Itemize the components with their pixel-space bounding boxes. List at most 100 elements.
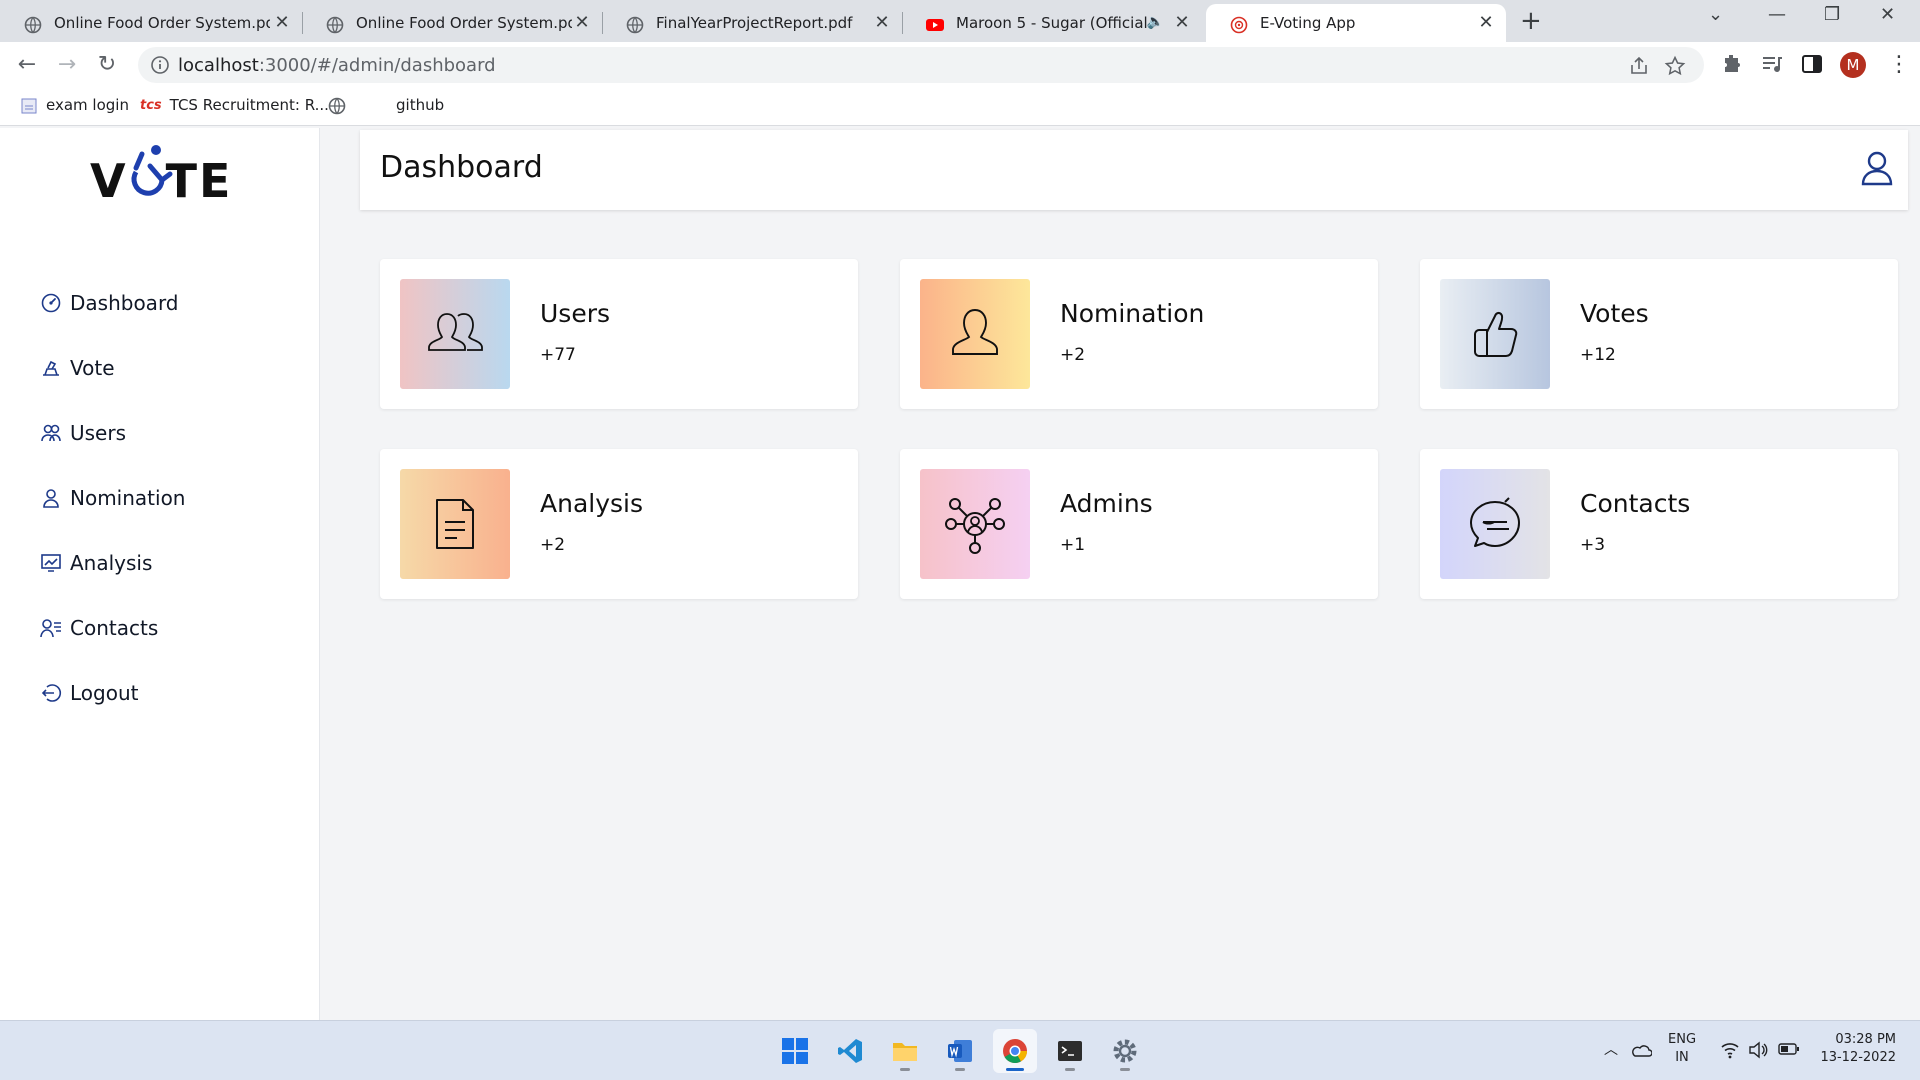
thumbs-up-icon: [1474, 311, 1518, 357]
page-title: Dashboard: [380, 150, 543, 185]
browser-toolbar: ← → ↻ localhost:3000/#/admin/dashboard M…: [0, 42, 1920, 88]
taskbar-start-button[interactable]: [773, 1029, 817, 1073]
reload-button[interactable]: ↻: [92, 50, 122, 80]
sidebar-item-label: Analysis: [70, 551, 153, 575]
globe-icon: [626, 16, 644, 34]
taskbar-terminal[interactable]: [1048, 1029, 1092, 1073]
minimize-icon[interactable]: —: [1768, 4, 1786, 25]
stat-card-users[interactable]: Users +77: [380, 259, 858, 409]
bookmark-label: TCS Recruitment: R...: [169, 96, 329, 114]
taskbar-vscode[interactable]: [828, 1029, 872, 1073]
tcs-logo-icon: tcs: [140, 98, 162, 113]
language-indicator[interactable]: ENG IN: [1668, 1031, 1696, 1067]
close-icon[interactable]: ✕: [572, 12, 592, 33]
stat-card-admins[interactable]: Admins +1: [900, 449, 1378, 599]
back-button[interactable]: ←: [12, 50, 42, 80]
bookmark-item[interactable]: github: [396, 96, 444, 114]
window-close-icon[interactable]: ✕: [1880, 4, 1895, 25]
taskbar-chrome[interactable]: [993, 1029, 1037, 1073]
battery-icon[interactable]: [1778, 1042, 1800, 1056]
browser-tab-active[interactable]: E-Voting App ✕: [1206, 4, 1506, 42]
bookmark-item[interactable]: tcs TCS Recruitment: R...: [140, 96, 329, 114]
sidebar-item-label: Vote: [70, 356, 115, 380]
logout-icon: [41, 684, 62, 702]
browser-tab[interactable]: Maroon 5 - Sugar (Official M 🔈 ✕: [902, 4, 1202, 42]
card-title: Analysis: [540, 489, 644, 518]
card-count: +3: [1580, 535, 1606, 555]
bookmark-item[interactable]: [328, 96, 354, 115]
users-icon: [41, 424, 61, 442]
stat-card-votes[interactable]: Votes +12: [1420, 259, 1898, 409]
bookmark-item[interactable]: exam login: [20, 96, 129, 115]
region-code: IN: [1675, 1050, 1689, 1065]
card-thumb: [1440, 279, 1550, 389]
word-icon: [948, 1040, 972, 1062]
tab-title: E-Voting App: [1260, 14, 1356, 32]
sidebar-item-label: Users: [70, 421, 127, 445]
sidebar-item-vote[interactable]: Vote: [40, 353, 115, 383]
star-icon[interactable]: [1664, 55, 1686, 77]
bookmarks-bar: exam login tcs TCS Recruitment: R... gith…: [0, 88, 1920, 126]
vscode-icon: [838, 1039, 862, 1063]
card-count: +12: [1580, 345, 1616, 365]
info-icon[interactable]: [150, 55, 170, 75]
card-thumb: [400, 469, 510, 579]
taskbar-file-explorer[interactable]: [883, 1029, 927, 1073]
sidebar-item-dashboard[interactable]: Dashboard: [40, 288, 179, 318]
wifi-icon[interactable]: [1720, 1041, 1740, 1059]
url-path: :3000/#/admin/dashboard: [258, 55, 496, 76]
running-indicator: [955, 1068, 965, 1071]
system-clock[interactable]: 03:28 PM 13-12-2022: [1820, 1031, 1896, 1067]
close-icon[interactable]: ✕: [272, 12, 292, 33]
extensions-icon[interactable]: [1720, 52, 1744, 76]
share-icon[interactable]: [1628, 55, 1650, 77]
close-icon[interactable]: ✕: [1172, 12, 1192, 33]
card-count: +2: [540, 535, 566, 555]
sidebar-item-label: Dashboard: [70, 291, 179, 315]
folder-icon: [893, 1043, 917, 1061]
sidebar-item-analysis[interactable]: Analysis: [40, 548, 152, 578]
onedrive-icon[interactable]: [1630, 1043, 1652, 1057]
side-panel-icon[interactable]: [1800, 52, 1824, 76]
card-thumb: [920, 279, 1030, 389]
stat-card-contacts[interactable]: Contacts +3: [1420, 449, 1898, 599]
sidebar-item-logout[interactable]: Logout: [40, 678, 138, 708]
url-text: localhost:3000/#/admin/dashboard: [178, 55, 496, 76]
browser-tab[interactable]: Online Food Order System.pdf ✕: [302, 4, 603, 42]
close-icon[interactable]: ✕: [1476, 12, 1496, 33]
media-control-icon[interactable]: [1760, 52, 1784, 76]
address-bar[interactable]: localhost:3000/#/admin/dashboard: [138, 47, 1704, 83]
globe-icon: [24, 16, 42, 34]
close-icon[interactable]: ✕: [872, 12, 892, 33]
vote-icon: [43, 360, 59, 376]
document-icon: [436, 499, 474, 549]
user-profile-icon[interactable]: [1860, 150, 1894, 186]
browser-tab[interactable]: FinalYearProjectReport.pdf ✕: [602, 4, 903, 42]
chevron-up-icon[interactable]: ︿: [1604, 1039, 1618, 1059]
new-tab-button[interactable]: +: [1520, 6, 1542, 36]
page-icon: [21, 98, 37, 113]
chevron-down-icon[interactable]: ⌄: [1708, 4, 1723, 25]
sidebar-item-nomination[interactable]: Nomination: [40, 483, 185, 513]
stat-card-nomination[interactable]: Nomination +2: [900, 259, 1378, 409]
tab-title: Online Food Order System.pdf: [54, 14, 270, 32]
stat-card-analysis[interactable]: Analysis +2: [380, 449, 858, 599]
clock-time: 03:28 PM: [1835, 1032, 1896, 1047]
menu-icon[interactable]: ⋮: [1888, 52, 1910, 77]
sidebar-item-users[interactable]: Users: [40, 418, 126, 448]
sidebar-item-contacts[interactable]: Contacts: [40, 613, 158, 643]
forward-button[interactable]: →: [52, 50, 82, 80]
volume-icon[interactable]: [1748, 1041, 1768, 1059]
taskbar-settings[interactable]: [1103, 1029, 1147, 1073]
app-favicon: [1230, 16, 1248, 34]
speaker-icon[interactable]: 🔈: [1147, 14, 1164, 30]
restore-icon[interactable]: ❐: [1824, 4, 1840, 25]
browser-tab[interactable]: Online Food Order System.pdf ✕: [0, 4, 303, 42]
lang-code: ENG: [1668, 1032, 1697, 1047]
profile-avatar[interactable]: M: [1840, 52, 1866, 78]
tab-title: Online Food Order System.pdf: [356, 14, 572, 32]
running-indicator: [1065, 1068, 1075, 1071]
youtube-icon: [926, 19, 944, 31]
card-title: Nomination: [1060, 299, 1205, 328]
taskbar-word[interactable]: [938, 1029, 982, 1073]
